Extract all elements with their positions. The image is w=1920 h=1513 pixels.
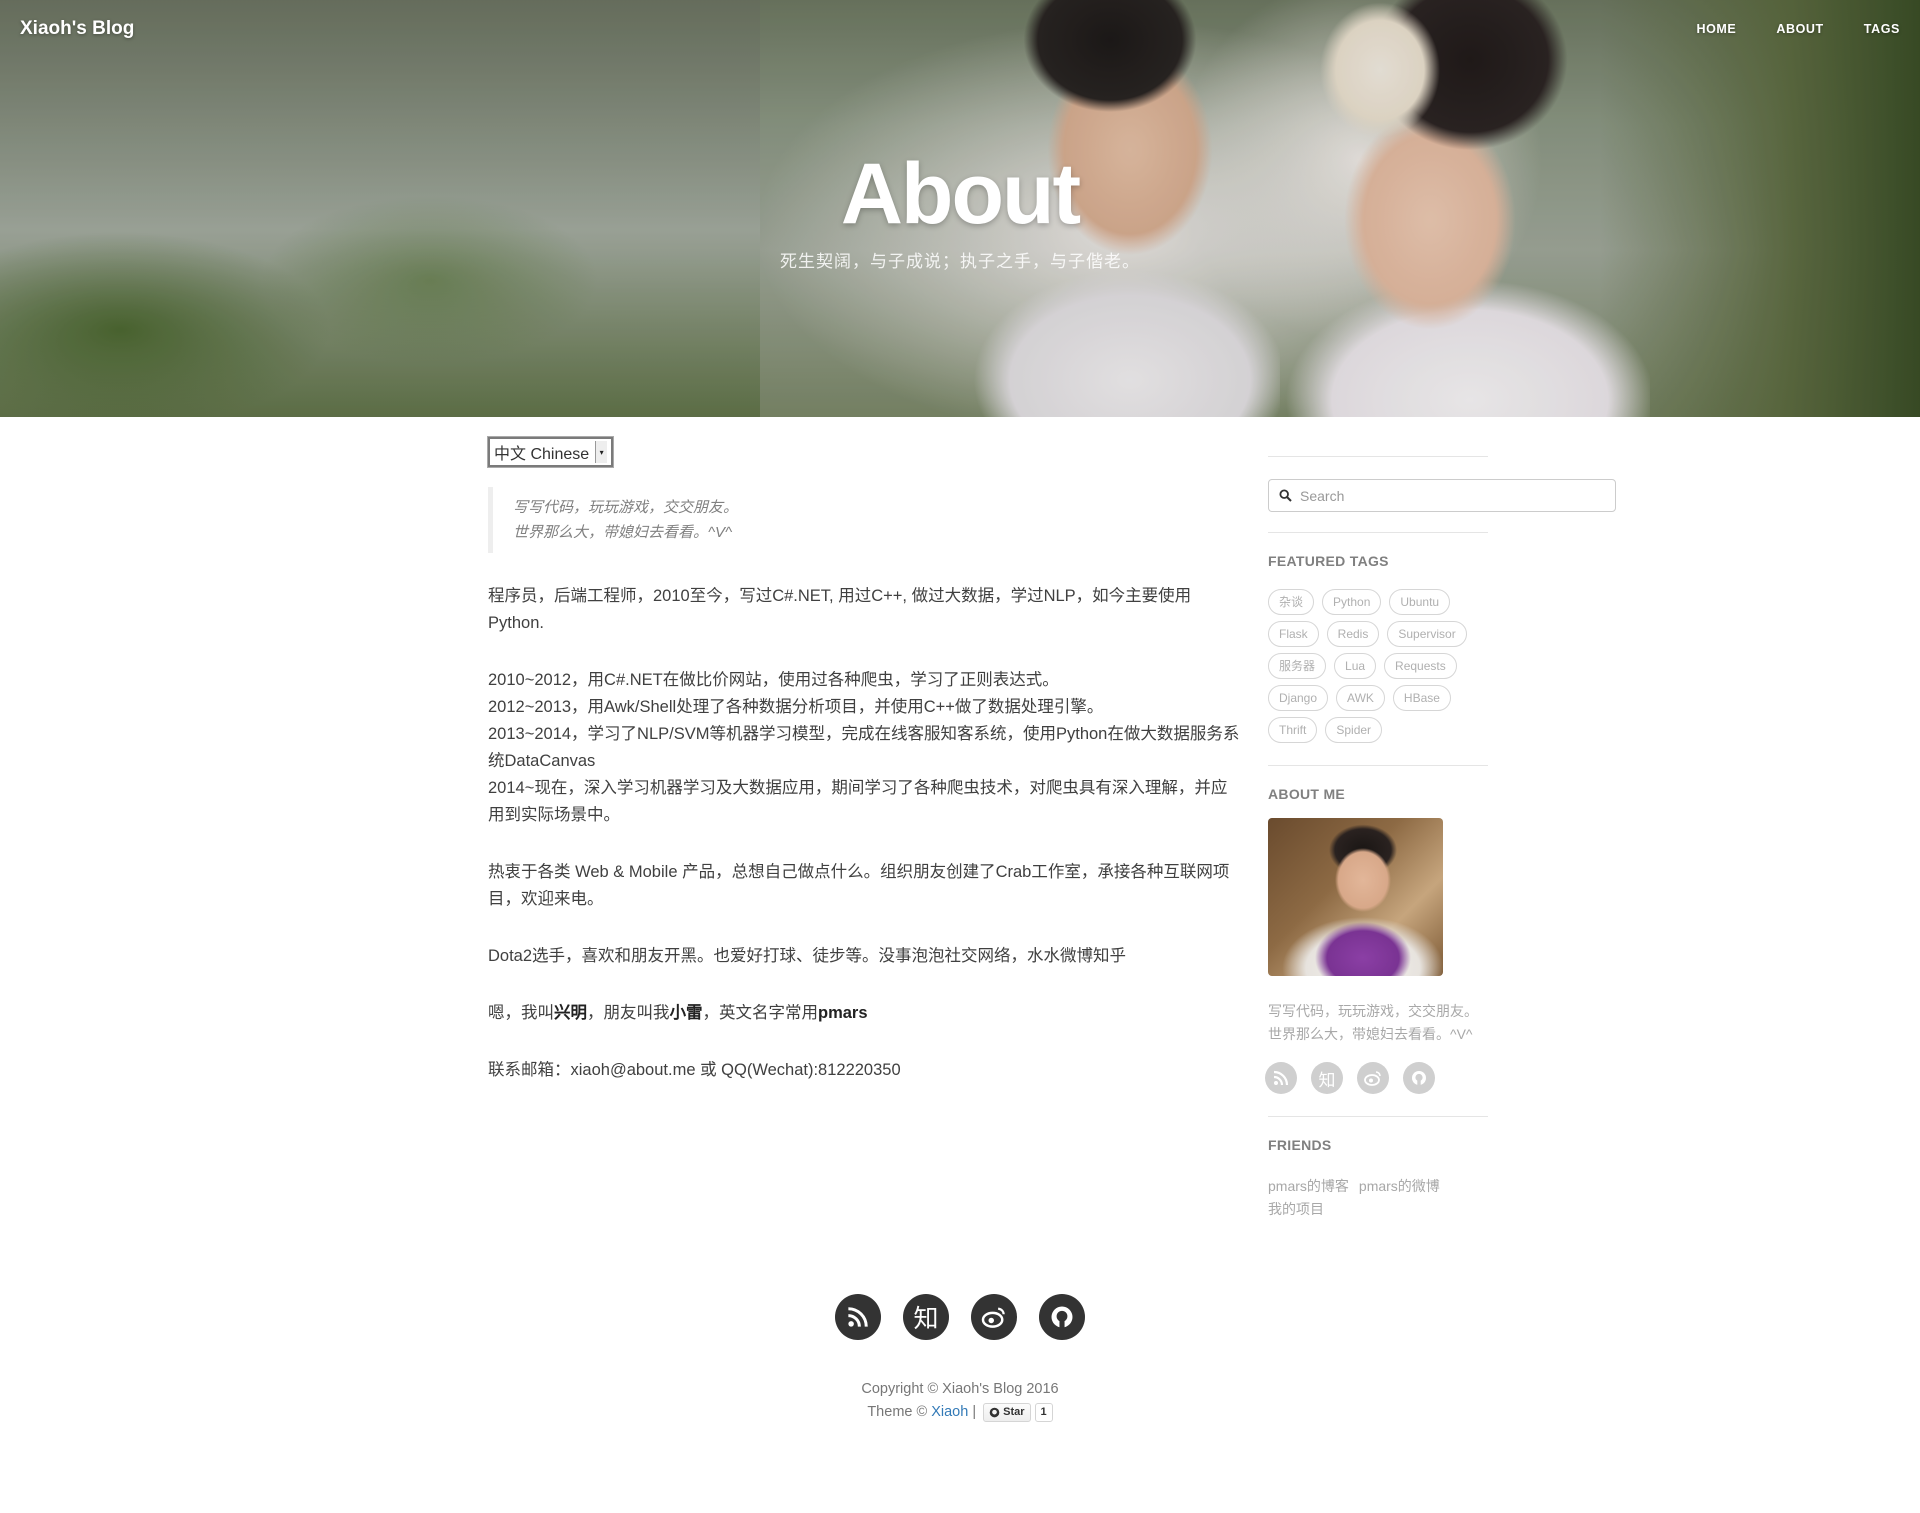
github-icon [989,1407,1000,1417]
theme-author-link[interactable]: Xiaoh [931,1404,968,1420]
friends-links: pmars的博客 pmars的微博 我的项目 [1268,1175,1488,1221]
divider [1268,532,1488,533]
timeline-item: 2012~2013，用Awk/Shell处理了各种数据分析项目，并使用C++做了… [488,698,1104,716]
tag-link[interactable]: Ubuntu [1389,589,1451,615]
sidebar: Search FEATURED TAGS 杂谈 Python Ubuntu Fl… [1265,456,1616,1221]
friend-link[interactable]: 我的项目 [1268,1201,1324,1217]
divider [1268,765,1488,766]
page-footer: 知 Copyright © Xiaoh's Blog 2016 Theme © … [0,1294,1920,1424]
timeline-item: 2010~2012，用C#.NET在做比价网站，使用过各种爬虫，学习了正则表达式… [488,671,1059,689]
theme-prefix: Theme © [867,1404,932,1420]
brand-link[interactable]: Xiaoh's Blog [20,18,134,40]
tag-link[interactable]: Python [1322,589,1382,615]
avatar [1268,818,1443,976]
english-name: pmars [818,1004,868,1022]
friends-heading: FRIENDS [1268,1137,1332,1153]
name-prefix: 嗯，我叫 [488,1004,554,1022]
copyright-text: Copyright © Xiaoh's Blog 2016 [861,1381,1059,1397]
zhihu-icon[interactable]: 知 [903,1294,949,1340]
sidebar-social-links: 知 [1265,1062,1488,1094]
nav-tags-link[interactable]: TAGS [1864,22,1900,36]
tag-link[interactable]: Django [1268,685,1329,711]
tag-list: 杂谈 Python Ubuntu Flask Redis Supervisor … [1268,589,1488,749]
about-line: 世界那么大，带媳妇去看看。^V^ [1268,1026,1473,1042]
intro-quote: 写写代码，玩玩游戏，交交朋友。 世界那么大，带媳妇去看看。^V^ [488,487,1240,553]
hero-header: Xiaoh's Blog HOME ABOUT TAGS About 死生契阔，… [0,0,1920,417]
tag-link[interactable]: 杂谈 [1268,589,1315,615]
friend-link[interactable]: pmars的博客 [1268,1178,1349,1194]
search-placeholder: Search [1300,487,1345,504]
nav-links: HOME ABOUT TAGS [1656,22,1900,36]
timeline-paragraph: 2010~2012，用C#.NET在做比价网站，使用过各种爬虫，学习了正则表达式… [488,667,1240,829]
game-hobby-paragraph: Dota2选手，喜欢和朋友开黑。也爱好打球、徒步等。没事泡泡社交网络，水水微博知… [488,947,1127,965]
weibo-icon[interactable] [1357,1062,1389,1094]
page-subtitle: 死生契阔，与子成说；执子之手，与子偕老。 [780,252,1140,271]
nav-home-link[interactable]: HOME [1696,22,1736,36]
timeline-item: 2013~2014，学习了NLP/SVM等机器学习模型，完成在线客服知客系统，使… [488,725,1240,770]
github-icon[interactable] [1039,1294,1085,1340]
about-me-text: 写写代码，玩玩游戏，交交朋友。 世界那么大，带媳妇去看看。^V^ [1268,1000,1488,1046]
theme-credit: Theme © Xiaoh | Star 1 [0,1401,1920,1424]
tag-link[interactable]: Thrift [1268,717,1318,743]
weibo-icon[interactable] [971,1294,1017,1340]
about-me-heading: ABOUT ME [1268,786,1346,802]
tag-link[interactable]: HBase [1392,685,1451,711]
chevron-down-icon: ▾ [595,441,608,463]
friend-link[interactable]: pmars的微博 [1359,1178,1440,1194]
featured-tags-heading: FEATURED TAGS [1268,553,1389,569]
name-paragraph: 嗯，我叫兴明，朋友叫我小雷，英文名字常用pmars [488,1000,1240,1027]
tag-link[interactable]: 服务器 [1268,653,1327,679]
rss-icon[interactable] [1265,1062,1297,1094]
about-line: 写写代码，玩玩游戏，交交朋友。 [1268,1003,1478,1019]
quote-line: 世界那么大，带媳妇去看看。^V^ [513,524,733,541]
tag-link[interactable]: Supervisor [1387,621,1467,647]
name-mid: ，朋友叫我 [587,1004,670,1022]
copyright: Copyright © Xiaoh's Blog 2016 Theme © Xi… [0,1378,1920,1424]
zhihu-icon[interactable]: 知 [1311,1062,1343,1094]
intro-paragraph: 程序员，后端工程师，2010至今，写过C#.NET, 用过C++, 做过大数据，… [488,587,1192,632]
timeline-item: 2014~现在，深入学习机器学习及大数据应用，期间学习了各种爬虫技术，对爬虫具有… [488,779,1228,824]
rss-icon[interactable] [835,1294,881,1340]
nav-about-link[interactable]: ABOUT [1776,22,1823,36]
tag-link[interactable]: Spider [1325,717,1383,743]
tag-link[interactable]: Flask [1268,621,1319,647]
web-hobby-paragraph: 热衷于各类 Web & Mobile 产品，总想自己做点什么。组织朋友创建了Cr… [488,863,1230,908]
language-select[interactable]: 中文 Chinese ▾ [486,436,615,468]
divider [1268,1116,1488,1117]
quote-line: 写写代码，玩玩游戏，交交朋友。 [513,499,739,516]
contact-paragraph: 联系邮箱：xiaoh@about.me 或 QQ(Wechat):8122203… [488,1061,901,1079]
tag-link[interactable]: Redis [1326,621,1380,647]
divider [1268,456,1488,457]
footer-social-links: 知 [0,1294,1920,1340]
real-name: 兴明 [554,1004,587,1022]
star-count[interactable]: 1 [1034,1402,1053,1422]
main-content: 中文 Chinese ▾ 写写代码，玩玩游戏，交交朋友。 世界那么大，带媳妇去看… [486,436,1240,1084]
tag-link[interactable]: AWK [1336,685,1385,711]
star-label: Star [1003,1405,1025,1418]
tag-link[interactable]: Lua [1334,653,1377,679]
search-icon [1279,489,1292,502]
search-input[interactable]: Search [1268,479,1616,512]
separator: | [968,1404,977,1420]
page-title: About [840,146,1081,242]
github-star-button[interactable]: Star [983,1402,1031,1422]
top-navbar: Xiaoh's Blog HOME ABOUT TAGS [0,0,1920,60]
github-icon[interactable] [1403,1062,1435,1094]
tag-link[interactable]: Requests [1384,653,1457,679]
language-select-value: 中文 Chinese [494,446,590,463]
name-mid2: ，英文名字常用 [702,1004,819,1022]
nickname: 小雷 [669,1004,703,1022]
